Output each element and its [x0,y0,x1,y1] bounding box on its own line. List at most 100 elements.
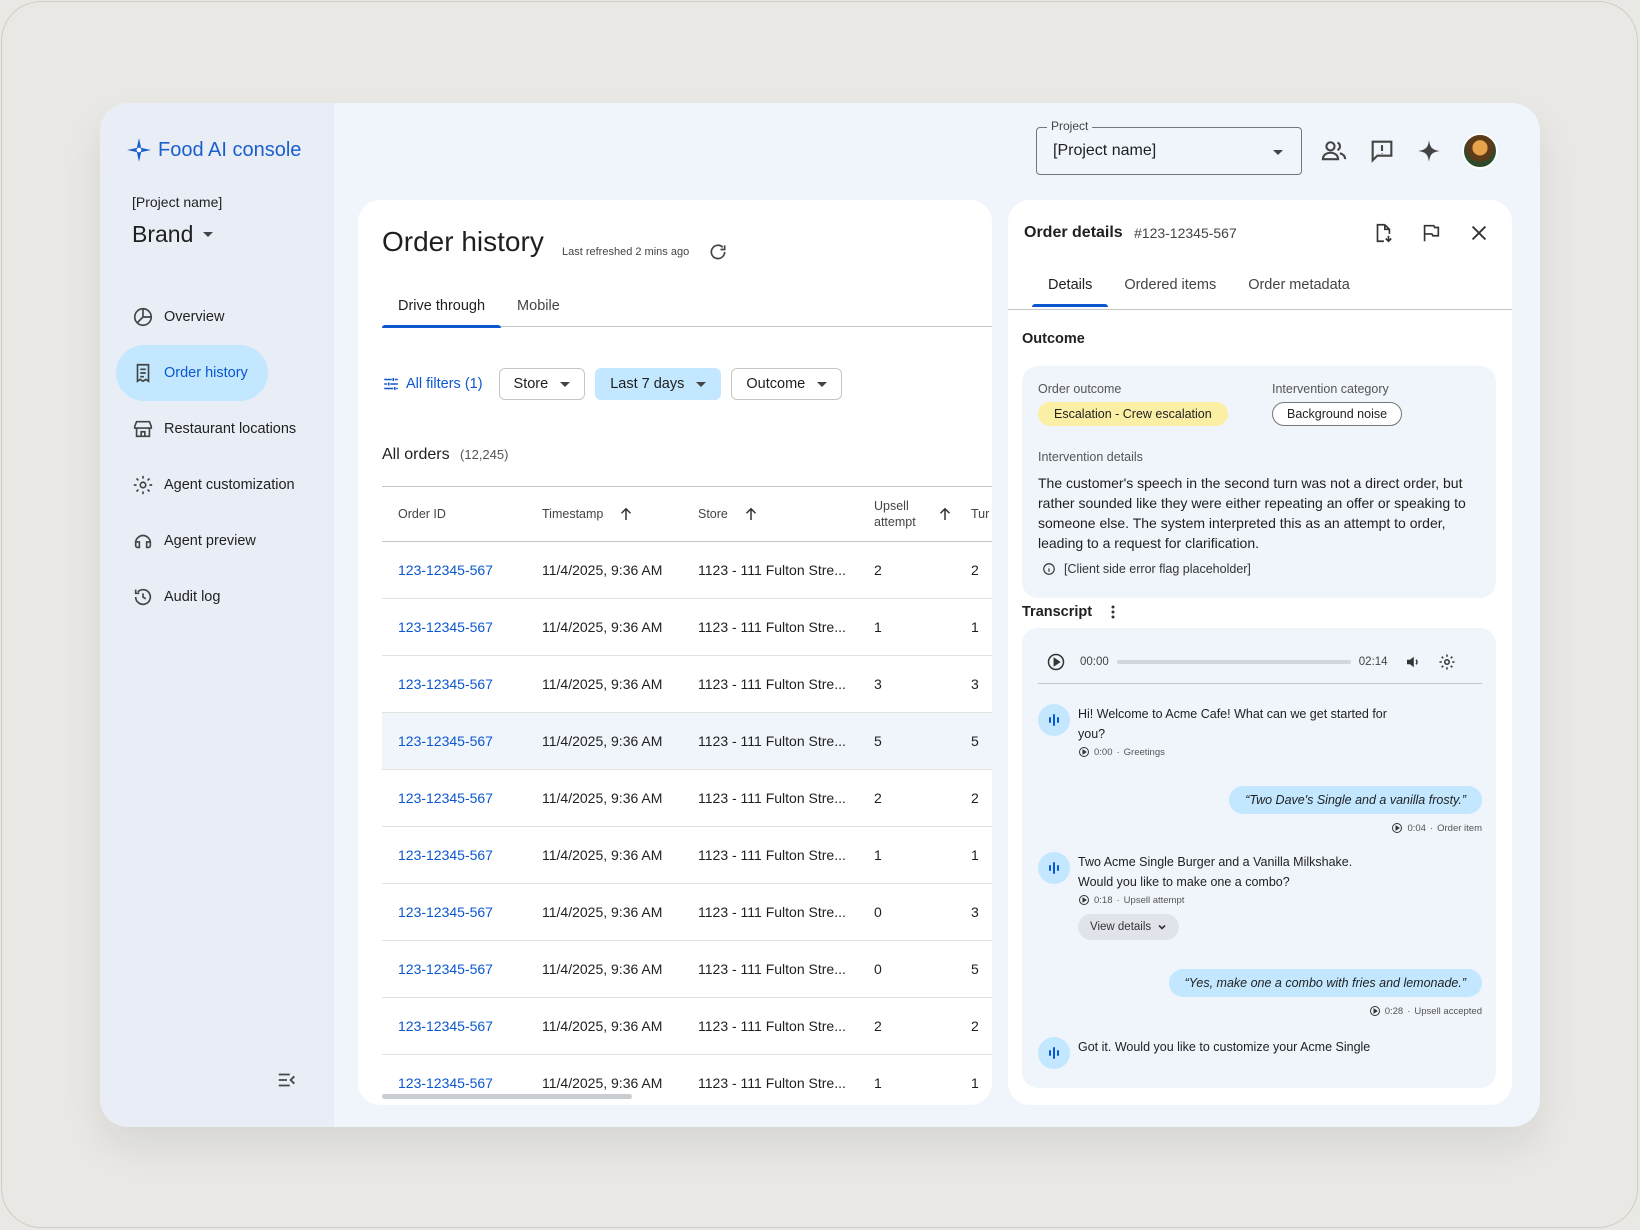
table-row[interactable]: 123-12345-567 11/4/2025, 9:36 AM 1123 - 11… [382,542,992,599]
info-icon [1043,563,1055,575]
more-vert-icon[interactable] [1106,604,1120,620]
tab-ordered-items[interactable]: Ordered items [1108,264,1232,306]
sidebar-item-agent-preview[interactable]: Agent preview [116,513,326,569]
tab-mobile[interactable]: Mobile [501,285,576,327]
people-icon[interactable] [1320,137,1348,165]
table-row[interactable]: 123-12345-567 11/4/2025, 9:36 AM 1123 - 11… [382,941,992,998]
store-cell: 1123 - 111 Fulton Stre... [698,562,846,578]
sidebar-item-audit-log[interactable]: Audit log [116,569,326,625]
transcript-card: 00:00 02:14 Hi! Welcome to Acme Cafe! Wh… [1022,628,1496,1088]
col-turns[interactable]: Tur [971,507,989,521]
play-icon[interactable] [1046,652,1066,672]
upsell-cell: 0 [874,904,882,920]
project-select-value: [Project name] [1053,142,1157,159]
col-order-id[interactable]: Order ID [398,507,446,521]
play-small-icon[interactable] [1078,894,1090,906]
store-cell: 1123 - 111 Fulton Stre... [698,1075,846,1091]
sparkle-icon[interactable] [1416,138,1442,164]
tab-drive-through[interactable]: Drive through [382,285,502,328]
upsell-cell: 1 [874,1075,882,1091]
view-details-button[interactable]: View details [1078,914,1180,940]
outcome-filter-chip[interactable]: Outcome [731,368,843,400]
order-id-link[interactable]: 123-12345-567 [398,676,493,692]
store-cell: 1123 - 111 Fulton Stre... [698,904,846,920]
col-store[interactable]: Store [698,505,760,523]
error-flag-text: [Client side error flag placeholder] [1064,562,1251,576]
message-time: 0:04 [1407,822,1426,834]
sidebar-item-order-history[interactable]: Order history [116,345,268,401]
message-meta: 0:18 · Upsell attempt [1078,894,1388,906]
details-order-id: #123-12345-567 [1134,225,1237,241]
sidebar-item-overview[interactable]: Overview [116,289,326,345]
refresh-icon[interactable] [708,242,728,262]
order-channel-tabs: Drive through Mobile [382,285,992,328]
upsell-cell: 1 [874,619,882,635]
order-id-link[interactable]: 123-12345-567 [398,1018,493,1034]
order-id-link[interactable]: 123-12345-567 [398,961,493,977]
all-filters-button[interactable]: All filters (1) [382,375,489,393]
date-filter-chip[interactable]: Last 7 days [595,368,722,400]
details-actions [1372,222,1490,244]
collapse-menu-icon[interactable] [276,1069,298,1091]
message-tag: Greetings [1123,746,1165,758]
avatar[interactable] [1462,133,1498,169]
all-orders-title: All orders [382,446,450,463]
transcript-user-message: “Yes, make one a combo with fries and le… [1168,969,1482,1017]
app-logo[interactable]: Food AI console [126,137,301,163]
upsell-cell: 5 [874,733,882,749]
tab-details[interactable]: Details [1032,264,1109,307]
timestamp-cell: 11/4/2025, 9:36 AM [542,733,663,749]
sidebar-item-restaurant-locations[interactable]: Restaurant locations [116,401,326,457]
caret-down-icon [203,232,214,237]
col-upsell-attempt[interactable]: Upsell attempt [874,498,964,530]
top-actions [1320,133,1498,169]
table-row[interactable]: 123-12345-567 11/4/2025, 9:36 AM 1123 - 11… [382,770,992,827]
all-filters-label: All filters (1) [406,376,483,392]
order-id-link[interactable]: 123-12345-567 [398,847,493,863]
transcript-agent-message: Hi! Welcome to Acme Cafe! What can we ge… [1038,704,1388,758]
play-small-icon[interactable] [1078,746,1090,758]
sidebar-nav: Overview Order history Restaurant locati… [116,289,326,625]
order-id-link[interactable]: 123-12345-567 [398,1075,493,1091]
play-small-icon[interactable] [1391,822,1403,834]
horizontal-scrollbar[interactable] [382,1094,632,1099]
order-id-link[interactable]: 123-12345-567 [398,790,493,806]
project-select[interactable]: Project [Project name] [1036,119,1302,175]
table-row[interactable]: 123-12345-567 11/4/2025, 9:36 AM 1123 - 11… [382,884,992,941]
sort-arrow-up-icon [621,507,632,520]
player-progress-track[interactable] [1116,659,1351,664]
settings-gear-icon[interactable] [1438,653,1456,671]
volume-icon[interactable] [1404,653,1422,671]
table-row[interactable]: 123-12345-567 11/4/2025, 9:36 AM 1123 - 11… [382,713,992,770]
store-filter-chip[interactable]: Store [498,368,586,400]
tab-order-metadata[interactable]: Order metadata [1232,264,1366,306]
order-id-link[interactable]: 123-12345-567 [398,562,493,578]
table-row[interactable]: 123-12345-567 11/4/2025, 9:36 AM 1123 - 11… [382,998,992,1055]
table-row[interactable]: 123-12345-567 11/4/2025, 9:36 AM 1123 - 11… [382,599,992,656]
play-small-icon[interactable] [1369,1005,1381,1017]
col-timestamp[interactable]: Timestamp [542,505,635,523]
chevron-down-icon [1158,924,1166,930]
flag-icon[interactable] [1420,222,1442,244]
feedback-icon[interactable] [1368,137,1396,165]
upsell-cell: 2 [874,1018,882,1034]
message-bubble: “Yes, make one a combo with fries and le… [1168,969,1482,997]
order-id-link[interactable]: 123-12345-567 [398,904,493,920]
message-time: 0:18 [1094,894,1113,906]
outcome-heading: Outcome [1022,331,1085,347]
timestamp-cell: 11/4/2025, 9:36 AM [542,619,663,635]
brand-selector[interactable]: Brand [132,221,214,248]
view-details-label: View details [1090,921,1152,933]
download-file-icon[interactable] [1372,222,1394,244]
close-icon[interactable] [1468,222,1490,244]
store-cell: 1123 - 111 Fulton Stre... [698,847,846,863]
table-row[interactable]: 123-12345-567 11/4/2025, 9:36 AM 1123 - 11… [382,827,992,884]
timestamp-cell: 11/4/2025, 9:36 AM [542,904,663,920]
table-row[interactable]: 123-12345-567 11/4/2025, 9:36 AM 1123 - 11… [382,656,992,713]
upsell-cell: 2 [874,790,882,806]
order-id-link[interactable]: 123-12345-567 [398,733,493,749]
sidebar-item-agent-customization[interactable]: Agent customization [116,457,326,513]
turns-cell: 5 [971,733,979,749]
order-id-link[interactable]: 123-12345-567 [398,619,493,635]
timestamp-cell: 11/4/2025, 9:36 AM [542,961,663,977]
